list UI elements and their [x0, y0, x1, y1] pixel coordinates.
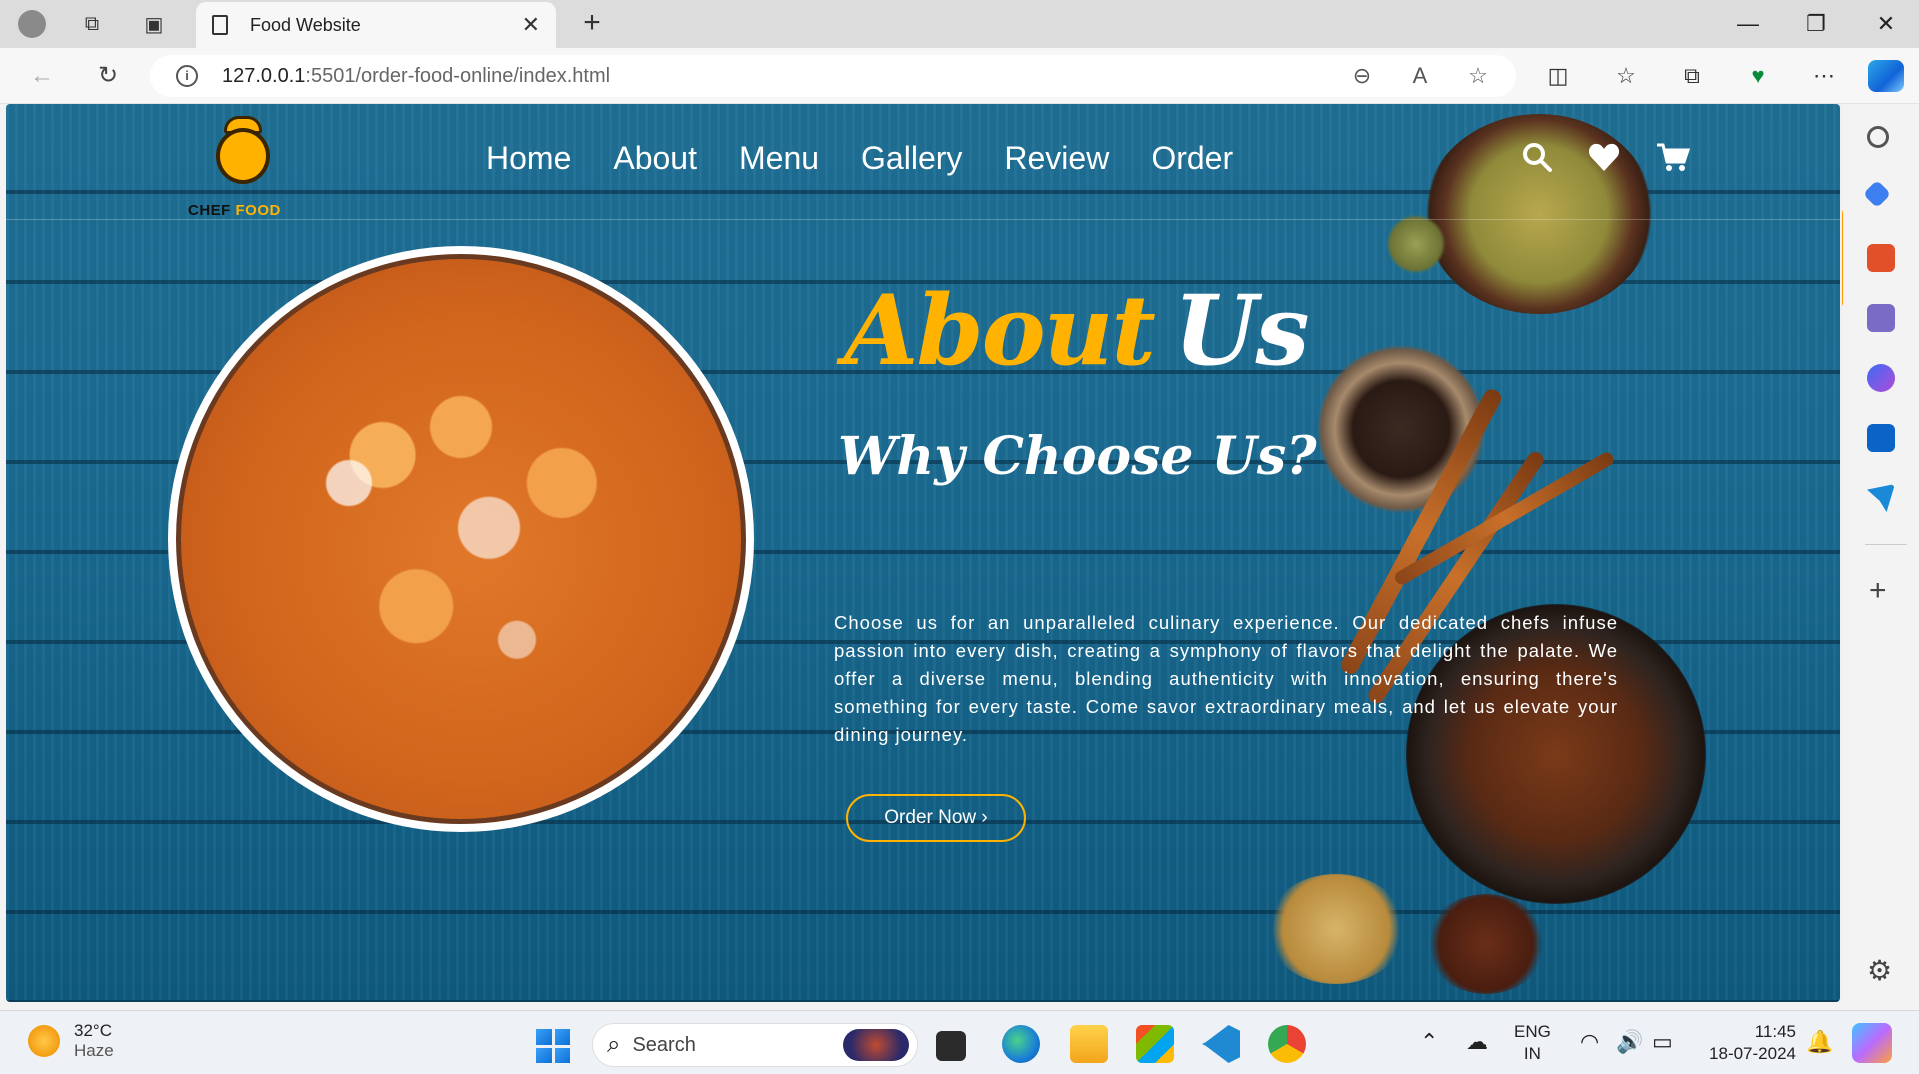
about-us-heading: About Us — [844, 274, 1310, 387]
profile-icon[interactable] — [14, 8, 50, 40]
cardamom-pod-image — [1386, 214, 1446, 274]
site-info-icon[interactable]: i — [176, 65, 198, 87]
copilot-preview-icon[interactable] — [1852, 1023, 1892, 1063]
about-word: About — [844, 274, 1156, 387]
nav-gallery[interactable]: Gallery — [861, 140, 962, 177]
us-word: Us — [1173, 274, 1310, 387]
sidebar-settings-icon[interactable]: ⚙ — [1867, 954, 1892, 987]
search-icon: ⌕ — [607, 1031, 621, 1058]
weather-temp: 32°C — [74, 1021, 112, 1040]
chef-face-icon — [216, 128, 270, 184]
new-tab-button[interactable]: + — [574, 6, 610, 42]
tools-icon[interactable] — [1867, 244, 1895, 272]
more-menu-icon[interactable]: ⋯ — [1806, 60, 1842, 92]
read-aloud-icon[interactable]: A — [1400, 63, 1440, 89]
site-header: CHEF FOOD Home About Menu Gallery Review… — [6, 104, 1840, 220]
edge-browser-icon[interactable] — [1002, 1025, 1040, 1063]
notification-bell-icon[interactable]: 🔔 — [1806, 1029, 1833, 1055]
copilot-icon[interactable] — [1868, 60, 1904, 92]
minimize-button[interactable]: — — [1718, 8, 1778, 40]
chef-food-logo[interactable]: CHEF FOOD — [186, 114, 296, 219]
url-host: 127.0.0.1 — [222, 64, 306, 87]
order-now-button[interactable]: Order Now › — [846, 794, 1026, 842]
logo-text: CHEF FOOD — [188, 202, 298, 219]
microsoft-store-icon[interactable] — [1136, 1025, 1174, 1063]
refresh-icon[interactable]: ↻ — [90, 60, 126, 92]
windows-taskbar: 32°C Haze ⌕ Search ⌃ ☁ ENG IN ◠ 🔊 ▭ 11:4… — [0, 1010, 1919, 1074]
sidebar-divider — [1865, 544, 1907, 545]
address-bar[interactable]: i 127.0.0.1:5501/order-food-online/index… — [150, 55, 1516, 97]
about-description: Choose us for an unparalleled culinary e… — [834, 612, 1618, 745]
weather-condition: Haze — [74, 1041, 114, 1060]
close-window-button[interactable]: ✕ — [1856, 8, 1916, 40]
volume-icon[interactable]: 🔊 — [1616, 1029, 1643, 1055]
browser-toolbar: ← ↻ i 127.0.0.1:5501/order-food-online/i… — [0, 48, 1919, 104]
add-sidebar-app-icon[interactable]: + — [1869, 574, 1887, 608]
language-indicator[interactable]: ENG IN — [1514, 1021, 1551, 1065]
nav-menu[interactable]: Menu — [739, 140, 819, 177]
url-path: :5501/order-food-online/index.html — [305, 64, 611, 87]
browser-tab-strip: ⧉ ▣ Food Website ✕ + — ❐ ✕ — [0, 0, 1919, 48]
send-icon[interactable] — [1867, 484, 1895, 512]
cloves-bowl-image — [1316, 344, 1486, 514]
spice-spoon-image — [1426, 894, 1546, 994]
spice-spoon-image — [1266, 874, 1406, 984]
weather-widget[interactable]: 32°C Haze — [28, 1021, 114, 1061]
edge-sidebar: + ⚙ — [1843, 104, 1919, 1010]
main-nav: Home About Menu Gallery Review Order — [486, 140, 1233, 177]
logo-text-food: FOOD — [235, 202, 281, 219]
url-text[interactable]: 127.0.0.1:5501/order-food-online/index.h… — [222, 65, 1342, 88]
shopping-tag-icon[interactable] — [1862, 179, 1892, 209]
zoom-icon[interactable]: ⊖ — [1342, 63, 1382, 89]
header-icons — [1522, 142, 1691, 180]
taskbar-search[interactable]: ⌕ Search — [592, 1023, 918, 1067]
weather-sun-icon — [28, 1025, 60, 1057]
vertical-tabs-icon[interactable]: ▣ — [136, 8, 172, 40]
search-icon[interactable] — [1522, 142, 1552, 180]
vscode-icon[interactable] — [1202, 1025, 1240, 1063]
nav-about[interactable]: About — [613, 140, 697, 177]
language-code: ENG — [1514, 1022, 1551, 1041]
curry-bowl — [176, 254, 746, 824]
restore-button[interactable]: ❐ — [1786, 8, 1846, 40]
logo-text-chef: CHEF — [188, 202, 231, 219]
paneer-curry-image — [168, 246, 754, 832]
close-tab-icon[interactable]: ✕ — [522, 12, 540, 38]
favorite-star-icon[interactable]: ☆ — [1458, 63, 1498, 89]
outlook-icon[interactable] — [1867, 424, 1895, 452]
favorites-icon[interactable]: ☆ — [1608, 60, 1644, 92]
tab-title: Food Website — [250, 14, 361, 35]
sidebar-search-icon[interactable] — [1867, 126, 1889, 148]
games-icon[interactable] — [1867, 304, 1895, 332]
windows-start-icon[interactable] — [536, 1029, 570, 1063]
browser-tab-active[interactable]: Food Website ✕ — [196, 2, 556, 48]
show-hidden-icons-chevron-icon[interactable]: ⌃ — [1420, 1029, 1438, 1055]
onedrive-icon[interactable]: ☁ — [1466, 1029, 1488, 1055]
collections-icon[interactable]: ⧉ — [1674, 60, 1710, 92]
web-page: CHEF FOOD Home About Menu Gallery Review… — [6, 104, 1840, 1002]
wifi-icon[interactable]: ◠ — [1580, 1029, 1599, 1055]
nav-order[interactable]: Order — [1151, 140, 1233, 177]
task-view-icon[interactable] — [936, 1031, 966, 1061]
back-icon[interactable]: ← — [24, 60, 60, 92]
nav-review[interactable]: Review — [1004, 140, 1109, 177]
region-code: IN — [1523, 1044, 1541, 1063]
battery-icon[interactable]: ▭ — [1652, 1029, 1673, 1055]
browser-essentials-icon[interactable]: ♥ — [1740, 60, 1776, 92]
microsoft-365-icon[interactable] — [1867, 364, 1895, 392]
page-icon — [212, 15, 228, 35]
why-choose-us-heading: Why Choose Us? — [838, 426, 1317, 487]
file-explorer-icon[interactable] — [1070, 1025, 1108, 1063]
search-highlight-image — [843, 1029, 909, 1061]
split-screen-icon[interactable]: ◫ — [1540, 60, 1576, 92]
cart-icon[interactable] — [1656, 142, 1691, 180]
heart-icon[interactable] — [1588, 142, 1620, 180]
workspaces-icon[interactable]: ⧉ — [74, 8, 110, 40]
clock-time: 11:45 — [1754, 1022, 1796, 1041]
taskbar-search-label: Search — [632, 1033, 696, 1056]
clock-date: 18-07-2024 — [1709, 1044, 1796, 1063]
chrome-icon[interactable] — [1268, 1025, 1306, 1063]
nav-home[interactable]: Home — [486, 140, 571, 177]
clock[interactable]: 11:45 18-07-2024 — [1700, 1021, 1796, 1065]
